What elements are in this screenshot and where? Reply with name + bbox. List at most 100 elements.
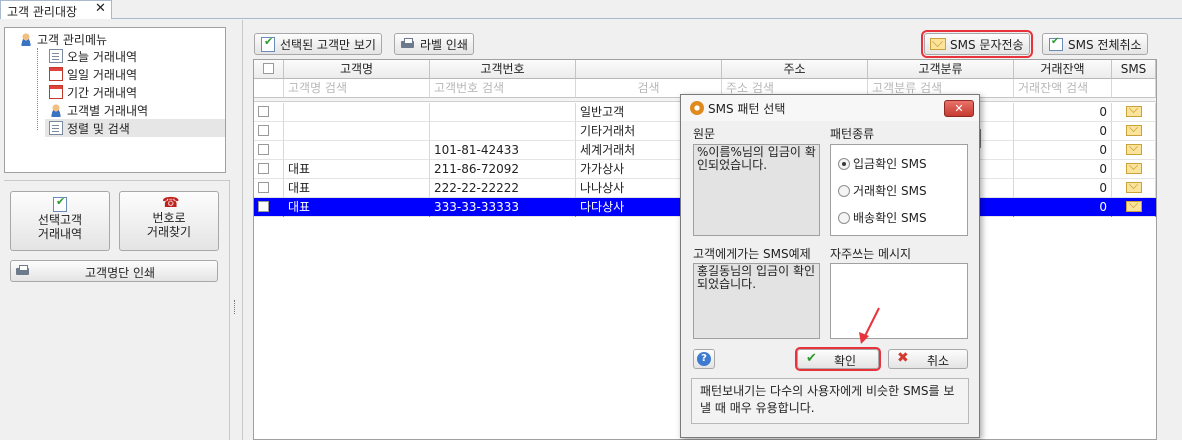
row-select-cell xyxy=(254,179,284,198)
tree-item-label: 정렬 및 검색 xyxy=(67,121,130,136)
original-label: 원문 xyxy=(693,127,716,141)
cell-number: 211-86-72092 xyxy=(430,160,576,179)
cell-balance: 0 xyxy=(1014,179,1112,198)
envelope-icon[interactable] xyxy=(1125,163,1142,174)
cell-name xyxy=(284,122,430,141)
row-select-cell xyxy=(254,160,284,179)
button-label: 취소 xyxy=(927,354,950,368)
sms-send-button[interactable]: SMS 문자전송 xyxy=(921,30,1033,58)
original-textarea[interactable]: %이름%님의 입금이 확인되었습니다. xyxy=(693,144,820,236)
row-sms-cell xyxy=(1112,103,1156,122)
user-icon xyxy=(49,103,63,117)
column-header[interactable]: SMS xyxy=(1112,60,1156,79)
envelope-icon[interactable] xyxy=(1125,201,1142,212)
radio-button[interactable] xyxy=(838,211,850,224)
row-sms-cell xyxy=(1112,179,1156,198)
envelope-icon[interactable] xyxy=(1125,144,1142,155)
tree-item-label: 기간 거래내역 xyxy=(67,85,138,100)
button-label: 고객명단 인쇄 xyxy=(85,266,156,280)
column-header[interactable] xyxy=(576,60,722,79)
tab-customer-ledger[interactable]: 고객 관리대장 ✕ xyxy=(0,0,112,19)
tree-item-label: 오늘 거래내역 xyxy=(67,49,138,64)
filter-number[interactable]: 고객번호 검색 xyxy=(430,79,576,98)
tree-item-sort-search[interactable]: 정렬 및 검색 xyxy=(45,119,225,137)
row-select-cell xyxy=(254,141,284,160)
row-checkbox[interactable] xyxy=(258,201,269,212)
selected-customer-history-button[interactable]: 선택고객 거래내역 xyxy=(10,191,110,251)
example-textarea[interactable]: 홍길동님의 입금이 확인되었습니다. xyxy=(693,263,820,339)
cell-name xyxy=(284,103,430,122)
tree-item-period[interactable]: 기간 거래내역 xyxy=(49,83,137,101)
row-checkbox[interactable] xyxy=(258,125,269,136)
x-icon: ✖ xyxy=(897,350,909,366)
radio-transaction-sms[interactable]: 거래확인 SMS xyxy=(838,182,927,199)
row-sms-cell xyxy=(1112,160,1156,179)
column-header[interactable]: 거래잔액 xyxy=(1014,60,1112,79)
cell-balance: 0 xyxy=(1014,141,1112,160)
column-header[interactable]: 고객분류 xyxy=(868,60,1014,79)
column-header[interactable]: 고객번호 xyxy=(430,60,576,79)
cell-balance: 0 xyxy=(1014,198,1112,217)
print-label-button[interactable]: 라벨 인쇄 xyxy=(394,33,474,55)
close-icon[interactable]: ✕ xyxy=(944,100,974,117)
header-select-all[interactable] xyxy=(254,60,284,79)
row-checkbox[interactable] xyxy=(258,163,269,174)
cell-balance: 0 xyxy=(1014,103,1112,122)
column-header[interactable]: 주소 xyxy=(722,60,868,79)
button-label: 선택고객 거래내역 xyxy=(37,213,83,241)
pattern-type-label: 패턴종류 xyxy=(830,127,875,141)
tree-root[interactable]: 고객 관리메뉴 xyxy=(19,31,107,47)
panel-splitter[interactable] xyxy=(234,300,237,314)
pattern-type-group: 입금확인 SMS 거래확인 SMS 배송확인 SMS xyxy=(830,144,968,236)
show-selected-only-button[interactable]: 선택된 고객만 보기 xyxy=(254,33,382,55)
frequent-messages-box[interactable] xyxy=(830,263,968,339)
search-doc-icon xyxy=(49,121,63,135)
radio-button[interactable] xyxy=(838,157,850,170)
tree-item-today[interactable]: 오늘 거래내역 xyxy=(49,47,137,65)
printer-icon xyxy=(15,264,31,278)
find-by-number-button[interactable]: ☎ 번호로 거래찾기 xyxy=(119,191,219,251)
cell-number: 333-33-33333 xyxy=(430,198,576,217)
envelope-icon[interactable] xyxy=(1125,125,1142,136)
checklist-icon xyxy=(52,195,68,212)
filter-balance[interactable]: 거래잔액 검색 xyxy=(1014,79,1112,98)
row-checkbox[interactable] xyxy=(258,106,269,117)
row-checkbox[interactable] xyxy=(258,144,269,155)
filter-name[interactable]: 고객명 검색 xyxy=(284,79,430,98)
envelope-icon[interactable] xyxy=(1125,106,1142,117)
radio-deposit-sms[interactable]: 입금확인 SMS xyxy=(838,155,927,172)
envelope-icon[interactable] xyxy=(1125,182,1142,193)
radio-delivery-sms[interactable]: 배송확인 SMS xyxy=(838,209,927,226)
dialog-titlebar[interactable]: SMS 패턴 선택 ✕ xyxy=(681,95,979,121)
tree-item-label: 고객별 거래내역 xyxy=(67,103,149,118)
cell-number xyxy=(430,103,576,122)
tab-close-icon[interactable]: ✕ xyxy=(95,1,106,16)
tree-item-daily[interactable]: 일일 거래내역 xyxy=(49,65,137,83)
filter-sms xyxy=(1112,79,1156,98)
app-logo-icon xyxy=(690,101,704,115)
column-header[interactable]: 고객명 xyxy=(284,60,430,79)
row-sms-cell xyxy=(1112,122,1156,141)
document-icon xyxy=(49,49,63,63)
cell-name: 대표 xyxy=(284,160,430,179)
print-customer-list-button[interactable]: 고객명단 인쇄 xyxy=(10,260,218,282)
help-button[interactable]: ? xyxy=(693,349,715,369)
cell-name: 대표 xyxy=(284,179,430,198)
left-action-panel: 선택고객 거래내역 ☎ 번호로 거래찾기 xyxy=(4,180,230,440)
checkbox[interactable] xyxy=(263,63,274,74)
sms-cancel-all-button[interactable]: SMS 전체취소 xyxy=(1042,33,1148,55)
row-checkbox[interactable] xyxy=(258,182,269,193)
calendar-icon xyxy=(49,67,63,81)
confirm-button[interactable]: ✔ 확인 xyxy=(795,347,881,371)
cell-number: 101-81-42433 xyxy=(430,141,576,160)
tree-item-by-customer[interactable]: 고객별 거래내역 xyxy=(49,101,148,119)
button-label: 번호로 거래찾기 xyxy=(146,211,192,239)
example-label: 고객에게가는 SMS예제 xyxy=(693,247,811,261)
calendar-range-icon xyxy=(49,85,63,99)
sms-pattern-dialog: SMS 패턴 선택 ✕ 원문 %이름%님의 입금이 확인되었습니다. 패턴종류 … xyxy=(680,94,980,438)
cancel-button[interactable]: ✖ 취소 xyxy=(888,349,968,369)
users-icon xyxy=(19,32,33,46)
row-select-cell xyxy=(254,103,284,122)
row-select-cell xyxy=(254,122,284,141)
radio-button[interactable] xyxy=(838,184,850,197)
